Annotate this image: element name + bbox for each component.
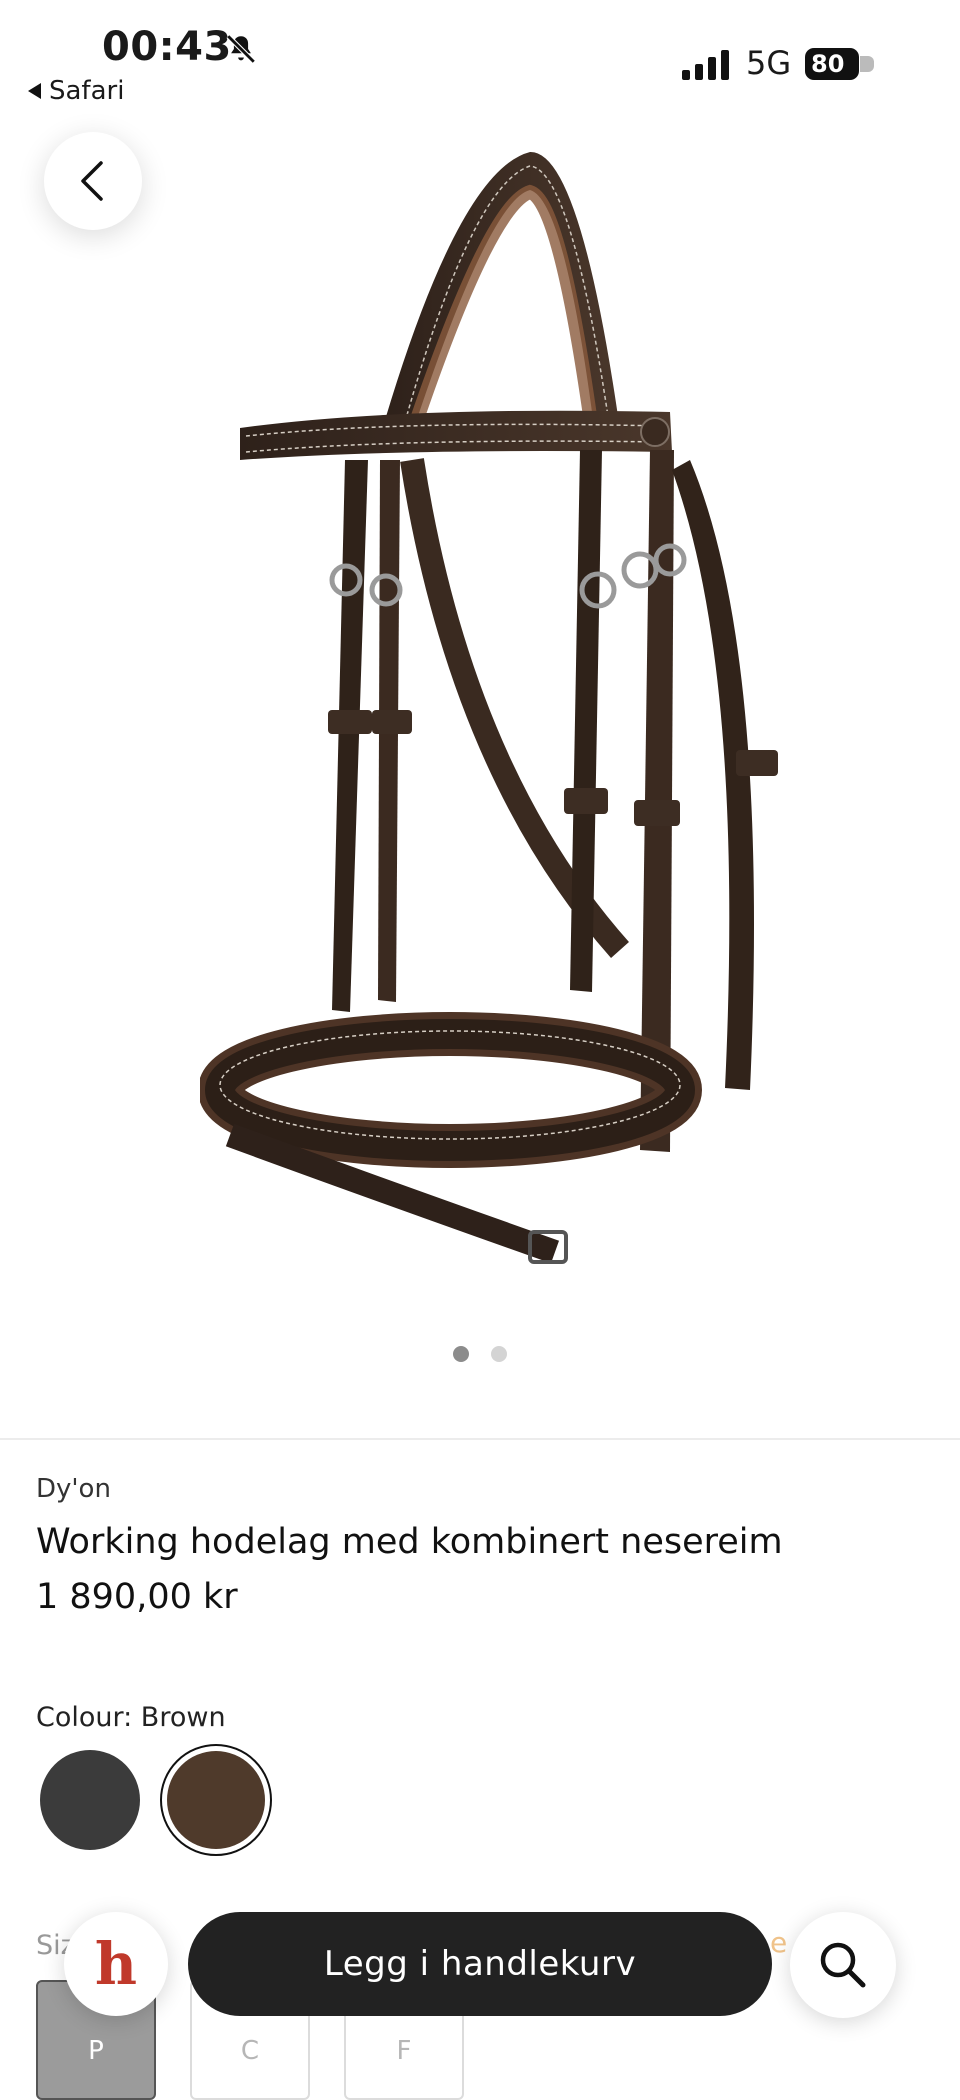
signal-icon <box>682 46 729 80</box>
h-logo-icon[interactable]: h <box>64 1912 168 2016</box>
back-to-safari[interactable]: Safari <box>28 76 124 106</box>
network-type: 5G <box>746 44 792 82</box>
carousel-dot-1[interactable] <box>453 1346 469 1362</box>
battery-charging-icon <box>860 56 874 72</box>
back-app-label: Safari <box>49 76 125 106</box>
product-brand[interactable]: Dy'on <box>36 1474 111 1504</box>
add-to-cart-button[interactable]: Legg i handlekurv <box>188 1912 772 2016</box>
chevron-left-icon <box>81 161 103 201</box>
product-title: Working hodelag med kombinert nesereim <box>36 1522 783 1562</box>
product-image[interactable] <box>200 130 840 1310</box>
colour-swatch-brown[interactable] <box>167 1751 265 1849</box>
divider <box>0 1438 960 1440</box>
product-price: 1 890,00 kr <box>36 1577 238 1617</box>
search-icon <box>820 1942 866 1988</box>
status-time: 00:43 <box>102 24 232 70</box>
carousel-dot-2[interactable] <box>491 1346 507 1362</box>
search-button[interactable] <box>790 1912 896 2018</box>
back-button[interactable] <box>44 132 142 230</box>
colour-label: Colour: Brown <box>36 1702 226 1733</box>
bell-slash-icon <box>226 34 256 64</box>
colour-swatch-black[interactable] <box>40 1750 140 1850</box>
battery-indicator: 80 <box>805 48 859 80</box>
image-carousel-dots <box>0 1346 960 1362</box>
back-triangle-icon <box>28 83 41 99</box>
